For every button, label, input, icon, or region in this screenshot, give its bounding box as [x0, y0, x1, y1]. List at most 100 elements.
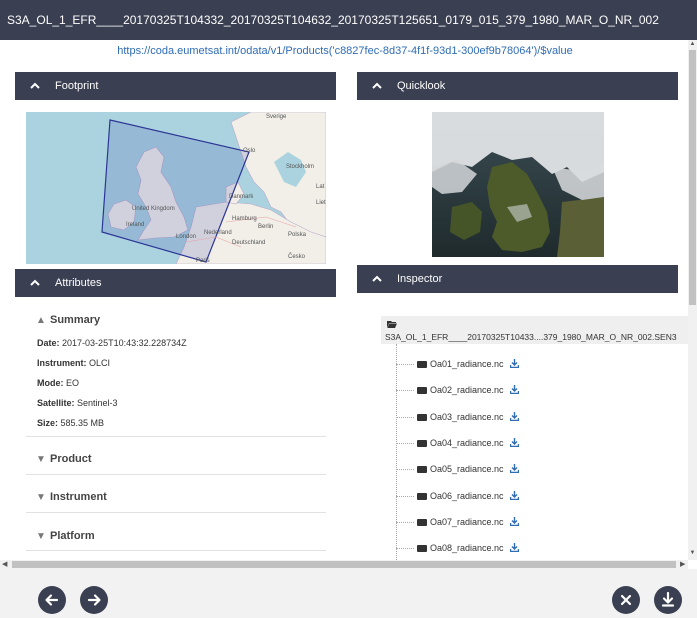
file-name: Oa05_radiance.nc: [430, 464, 504, 474]
download-icon[interactable]: [509, 543, 519, 554]
download-icon[interactable]: [509, 438, 519, 449]
platform-section-toggle[interactable]: ▼ Platform: [36, 530, 95, 542]
attributes-panel-header[interactable]: Attributes: [15, 269, 336, 297]
map-label-united-kingdom: United Kingdom: [132, 206, 175, 212]
product-section-toggle[interactable]: ▼ Product: [36, 453, 92, 465]
tree-file-row[interactable]: Oa06_radiance.nc: [396, 491, 519, 505]
file-name: Oa07_radiance.nc: [430, 517, 504, 527]
tree-connector: [396, 417, 414, 419]
product-details-window: S3A_OL_1_EFR____20170325T104332_20170325…: [0, 0, 697, 618]
product-title: Product: [50, 453, 92, 465]
tree-file-row[interactable]: Oa05_radiance.nc: [396, 464, 519, 478]
quicklook-image[interactable]: [432, 112, 604, 257]
attr-label: Date:: [37, 338, 60, 348]
attr-value: 585.35 MB: [60, 418, 105, 428]
close-button[interactable]: [612, 586, 640, 614]
map-label-polska: Polska: [288, 232, 307, 238]
tree-file-row[interactable]: Oa02_radiance.nc: [396, 385, 519, 399]
chevron-up-icon: [15, 270, 55, 298]
scroll-left-icon[interactable]: ◀: [2, 560, 7, 569]
back-button[interactable]: [38, 586, 66, 614]
download-button[interactable]: [654, 586, 682, 614]
folder-icon: [417, 493, 427, 501]
attr-label: Instrument:: [37, 358, 87, 368]
attributes-title: Attributes: [55, 277, 102, 289]
map-label-deutschland: Deutschland: [232, 240, 266, 246]
map-label-ireland: Ireland: [126, 222, 145, 228]
attr-row-date: Date: 2017-03-25T10:43:32.228734Z: [37, 338, 187, 348]
file-name: Oa04_radiance.nc: [430, 438, 504, 448]
chevron-down-icon: ▼: [36, 492, 46, 503]
attributes-panel: ▲ Summary Date: 2017-03-25T10:43:32.22873…: [26, 298, 326, 560]
divider: [26, 550, 326, 551]
vertical-scrollbar[interactable]: ▲ ▼: [688, 40, 697, 560]
vertical-scroll-thumb[interactable]: [689, 50, 696, 305]
tree-root-row[interactable]: S3A_OL_1_EFR____20170325T10433....379_19…: [381, 316, 689, 344]
summary-title: Summary: [50, 314, 101, 326]
summary-section-toggle[interactable]: ▲ Summary: [36, 314, 100, 326]
arrow-right-icon: [87, 594, 101, 606]
horizontal-scrollbar[interactable]: ◀ ▶: [0, 560, 688, 569]
download-icon[interactable]: [509, 491, 519, 502]
download-icon[interactable]: [509, 412, 519, 423]
chevron-down-icon: ▼: [36, 531, 46, 542]
tree-file-row[interactable]: Oa04_radiance.nc: [396, 438, 519, 452]
attr-label: Satellite:: [37, 398, 75, 408]
tree-file-row[interactable]: Oa08_radiance.nc: [396, 543, 519, 557]
map-label-nederland: Nederland: [204, 230, 232, 236]
tree-root-label: S3A_OL_1_EFR____20170325T10433....379_19…: [385, 332, 677, 342]
file-name: Oa06_radiance.nc: [430, 491, 504, 501]
footer-toolbar: [0, 569, 697, 618]
scroll-down-icon[interactable]: ▼: [689, 550, 696, 557]
download-icon[interactable]: [509, 385, 519, 396]
attr-row-size: Size: 585.35 MB: [37, 418, 104, 428]
tree-file-row[interactable]: Oa03_radiance.nc: [396, 412, 519, 426]
tree-connector: [396, 469, 414, 471]
tree-file-row[interactable]: Oa01_radiance.nc: [396, 359, 519, 373]
folder-icon: [417, 414, 427, 422]
folder-open-icon: [387, 320, 397, 330]
download-icon[interactable]: [509, 464, 519, 475]
quicklook-title: Quicklook: [397, 80, 446, 92]
tree-connector: [396, 443, 414, 445]
download-icon[interactable]: [509, 517, 519, 528]
map-label-hamburg: Hamburg: [232, 216, 257, 222]
map-label-latvija: Lat: [316, 184, 325, 190]
folder-icon: [417, 545, 427, 553]
forward-button[interactable]: [80, 586, 108, 614]
map-drawing: [101, 112, 326, 264]
file-name: Oa01_radiance.nc: [430, 359, 504, 369]
attr-label: Mode:: [37, 378, 64, 388]
footprint-title: Footprint: [55, 80, 99, 92]
tree-connector: [396, 548, 414, 550]
inspector-tree: S3A_OL_1_EFR____20170325T10433....379_19…: [381, 316, 689, 560]
horizontal-scroll-thumb[interactable]: [12, 561, 676, 568]
quicklook-panel-header[interactable]: Quicklook: [357, 72, 678, 100]
quicklook-drawing: [432, 112, 604, 257]
scroll-right-icon[interactable]: ▶: [680, 560, 685, 569]
map-label-berlin: Berlin: [258, 224, 274, 230]
file-name: Oa08_radiance.nc: [430, 543, 504, 553]
chevron-up-icon: [357, 266, 397, 294]
footprint-panel-header[interactable]: Footprint: [15, 72, 336, 100]
divider: [26, 474, 326, 475]
inspector-panel-header[interactable]: Inspector: [357, 265, 678, 293]
product-link[interactable]: https://coda.eumetsat.int/odata/v1/Produ…: [0, 45, 690, 57]
map-label-oslo: Oslo: [243, 148, 256, 154]
footprint-map[interactable]: Sverige Oslo Stockholm Lat Liet Danmark …: [26, 112, 326, 264]
chevron-down-icon: ▼: [36, 454, 46, 465]
scroll-up-icon[interactable]: ▲: [689, 41, 696, 48]
chevron-up-icon: [357, 73, 397, 101]
attr-value: OLCI: [89, 358, 111, 368]
attr-value: 2017-03-25T10:43:32.228734Z: [62, 338, 187, 348]
chevron-up-icon: ▲: [36, 315, 46, 326]
file-name: Oa02_radiance.nc: [430, 385, 504, 395]
attr-label: Size:: [37, 418, 59, 428]
folder-icon: [417, 466, 427, 474]
download-icon[interactable]: [509, 359, 519, 370]
instrument-section-toggle[interactable]: ▼ Instrument: [36, 491, 107, 503]
tree-file-row[interactable]: Oa07_radiance.nc: [396, 517, 519, 531]
divider: [26, 436, 326, 437]
tree-connector: [396, 496, 414, 498]
tree-connector: [396, 390, 414, 392]
